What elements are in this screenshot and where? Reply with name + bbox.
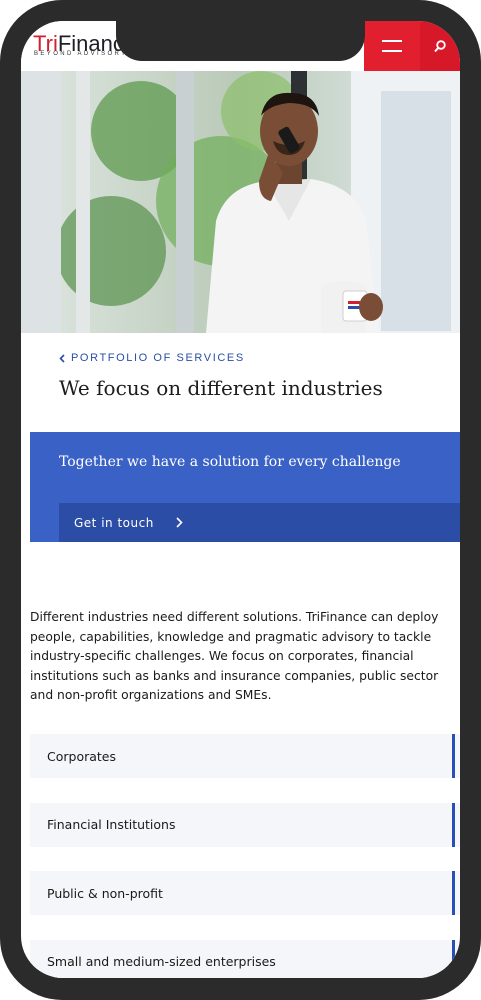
industry-list: Corporates Financial Institutions Public… <box>30 734 460 978</box>
breadcrumb-label: PORTFOLIO OF SERVICES <box>71 352 245 364</box>
breadcrumb[interactable]: PORTFOLIO OF SERVICES <box>59 352 245 364</box>
chevron-right-icon <box>176 517 183 528</box>
hero-image <box>21 71 460 333</box>
industry-label: Financial Institutions <box>47 817 176 832</box>
industry-label: Small and medium-sized enterprises <box>47 954 276 969</box>
industry-item-corporates[interactable]: Corporates <box>30 734 460 778</box>
hamburger-menu-icon <box>382 40 402 52</box>
chevron-left-icon <box>59 353 65 363</box>
phone-notch <box>116 21 365 61</box>
industry-label: Corporates <box>47 748 117 764</box>
logo[interactable]: TriFinance BEYOND ADVISORY <box>21 21 136 71</box>
header-actions <box>364 21 460 71</box>
get-in-touch-label: Get in touch <box>74 515 154 530</box>
cta-text: Together we have a solution for every ch… <box>59 454 401 470</box>
get-in-touch-button[interactable]: Get in touch <box>59 503 460 542</box>
industry-label: Public & non-profit <box>47 885 163 901</box>
industry-item-smes[interactable]: Small and medium-sized enterprises <box>30 939 460 978</box>
page-title: We focus on different industries <box>59 376 383 400</box>
industry-item-public-non-profit[interactable]: Public & non-profit <box>30 871 460 915</box>
cta-banner: Together we have a solution for every ch… <box>30 432 460 542</box>
screen: TriFinance BEYOND ADVISORY PORTFOLIO OF … <box>21 21 460 978</box>
search-icon <box>434 39 446 52</box>
search-button[interactable] <box>420 21 460 71</box>
industry-item-financial-institutions[interactable]: Financial Institutions <box>30 802 460 847</box>
logo-tagline: BEYOND ADVISORY <box>34 51 128 57</box>
intro-paragraph: Different industries need different solu… <box>30 610 439 702</box>
menu-button[interactable] <box>364 21 420 71</box>
phone-frame: TriFinance BEYOND ADVISORY PORTFOLIO OF … <box>0 0 481 1000</box>
